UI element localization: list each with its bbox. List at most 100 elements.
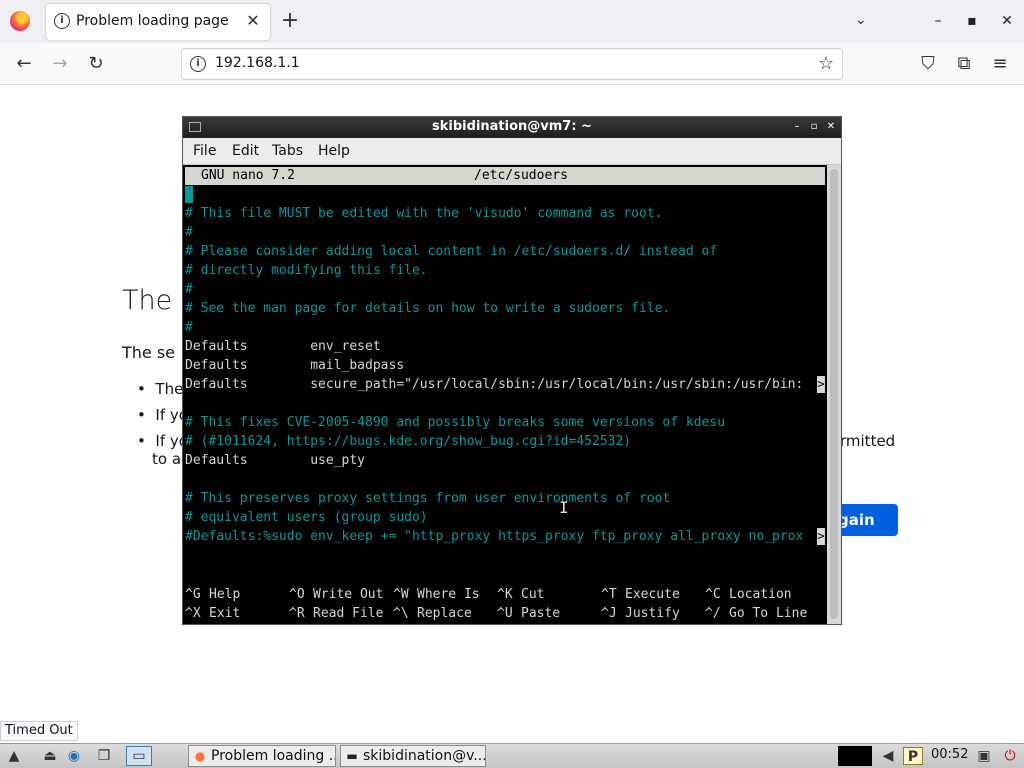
error-list-item-continued: to a: [152, 450, 182, 468]
error-list-item-tail: rmitted: [840, 432, 896, 450]
back-icon[interactable]: ←: [12, 52, 36, 76]
tab-problem-loading[interactable]: i Problem loading page ✕: [46, 4, 270, 40]
scrollbar-thumb[interactable]: [830, 169, 838, 619]
reload-icon[interactable]: ↻: [84, 52, 108, 76]
shortcut-key: ^W: [393, 587, 409, 602]
extensions-icon[interactable]: ⧉: [952, 52, 976, 76]
forward-icon[interactable]: →: [48, 52, 72, 76]
shortcut-where-is: Where Is: [417, 587, 480, 602]
error-list-item: • If yo: [137, 406, 188, 424]
shortcut-key: ^C: [705, 587, 721, 602]
shortcut-key: ^K: [497, 587, 513, 602]
file-line: # This preserves proxy settings from use…: [185, 491, 671, 506]
text-cursor: [185, 186, 193, 203]
eject-icon[interactable]: ⏏: [40, 747, 60, 765]
shortcut-key: ^\: [393, 606, 409, 621]
line-overflow-marker: >: [817, 528, 825, 545]
shortcut-key: ^U: [497, 606, 513, 621]
task-problem-loading[interactable]: ● Problem loading ...: [188, 745, 336, 767]
pocket-icon[interactable]: ⛉: [916, 52, 940, 76]
file-line: # (#1011624, https://bugs.kde.org/show_b…: [185, 434, 632, 449]
menu-icon[interactable]: ≡: [988, 52, 1012, 76]
navigation-bar: ← → ↻ i 192.168.1.1 ☆ ⛉ ⧉ ≡: [0, 43, 1024, 85]
shortcut-key: ^J: [601, 606, 617, 621]
menu-edit[interactable]: Edit: [232, 143, 259, 159]
file-line: #Defaults:%sudo env_keep += "http_proxy …: [185, 529, 804, 544]
file-line: Defaults mail_badpass: [185, 358, 405, 373]
url-text[interactable]: 192.168.1.1: [215, 55, 300, 71]
shortcut-write-out: Write Out: [313, 587, 384, 602]
terminal-window[interactable]: skibidination@vm7: ~ – ▫ ✕ File Edit Tab…: [182, 116, 842, 625]
new-tab-icon[interactable]: +: [280, 9, 300, 33]
nano-version: GNU nano 7.2: [201, 168, 295, 183]
shortcut-key: ^X: [185, 606, 201, 621]
task-label: skibidination@v...: [363, 748, 486, 764]
file-line: #: [185, 225, 193, 240]
tab-bar: i Problem loading page ✕ + ⌄ – ▪ ✕: [0, 0, 1024, 43]
minimize-icon[interactable]: –: [791, 120, 803, 134]
shortcut-key: ^R: [289, 606, 305, 621]
windows-icon[interactable]: ❐: [94, 747, 114, 765]
taskbar: ▲ ⏏ ◉ ❐ ▭ ● Problem loading ... ▬ skibid…: [0, 743, 1024, 768]
nano-header: GNU nano 7.2 /etc/sudoers: [185, 167, 825, 185]
tab-close-icon[interactable]: ✕: [244, 11, 262, 31]
bookmark-star-icon[interactable]: ☆: [818, 53, 834, 74]
file-line: #: [185, 320, 193, 335]
shortcut-replace: Replace: [417, 606, 472, 621]
file-line: Defaults use_pty: [185, 453, 366, 468]
start-menu-icon[interactable]: ▲: [4, 747, 24, 765]
shortcut-key: ^/: [705, 606, 721, 621]
info-icon: i: [54, 13, 70, 29]
terminal-icon: ▬: [346, 749, 358, 763]
terminal-title: skibidination@vm7: ~: [432, 119, 592, 134]
shortcut-exit: Exit: [209, 606, 241, 621]
terminal-scrollbar[interactable]: [827, 165, 841, 624]
file-line: # See the man page for details on how to…: [185, 301, 671, 316]
file-line: # directly modifying this file.: [185, 263, 428, 278]
menu-file[interactable]: File: [193, 143, 216, 159]
shortcut-key: ^O: [289, 587, 305, 602]
shortcut-paste: Paste: [521, 606, 561, 621]
file-line: Defaults env_reset: [185, 339, 381, 354]
task-terminal[interactable]: ▬ skibidination@v...: [340, 745, 486, 767]
nano-filename: /etc/sudoers: [474, 168, 568, 183]
menu-tabs[interactable]: Tabs: [272, 143, 303, 159]
monitor-icon[interactable]: ▣: [974, 747, 994, 765]
tray-area: [838, 746, 872, 766]
shortcut-help: Help: [209, 587, 241, 602]
error-description: The se: [122, 343, 176, 362]
globe-icon[interactable]: ◉: [64, 747, 84, 765]
shortcut-key: ^G: [185, 587, 201, 602]
power-icon[interactable]: ⏻: [1000, 747, 1020, 765]
shortcut-go-to-line: Go To Line: [729, 606, 808, 621]
error-title: The: [122, 285, 173, 316]
close-icon[interactable]: ✕: [825, 120, 837, 134]
volume-icon[interactable]: ◀: [878, 747, 898, 765]
file-line: # This file MUST be edited with the 'vis…: [185, 206, 663, 221]
site-info-icon[interactable]: i: [190, 56, 206, 72]
clock[interactable]: 00:52: [931, 747, 968, 762]
file-line: # equivalent users (group sudo): [185, 510, 428, 525]
terminal-screen[interactable]: GNU nano 7.2 /etc/sudoers # This file MU…: [183, 165, 827, 624]
file-line: # Please consider adding local content i…: [185, 244, 718, 259]
close-window-icon[interactable]: ✕: [997, 11, 1017, 31]
maximize-icon[interactable]: ▪: [962, 11, 982, 31]
shortcut-justify: Justify: [625, 606, 680, 621]
desktop-icon[interactable]: ▭: [126, 746, 152, 766]
task-label: Problem loading ...: [211, 748, 336, 764]
shortcut-execute: Execute: [625, 587, 680, 602]
line-overflow-marker: >: [817, 376, 825, 393]
error-list-item: • If yo: [137, 432, 188, 450]
menu-help[interactable]: Help: [318, 143, 350, 159]
terminal-titlebar[interactable]: skibidination@vm7: ~ – ▫ ✕: [183, 117, 841, 138]
maximize-icon[interactable]: ▫: [808, 120, 820, 134]
url-bar[interactable]: i 192.168.1.1 ☆: [181, 48, 843, 80]
firefox-logo-icon: [10, 11, 30, 31]
file-line: # This fixes CVE-2005-4890 and possibly …: [185, 415, 726, 430]
minimize-icon[interactable]: –: [928, 11, 948, 31]
status-tooltip: Timed Out: [0, 721, 78, 741]
shortcut-key: ^T: [601, 587, 617, 602]
mouse-ibeam-icon: I: [559, 498, 569, 517]
chevron-down-icon[interactable]: ⌄: [855, 12, 873, 30]
tray-p-icon[interactable]: P: [903, 747, 923, 765]
